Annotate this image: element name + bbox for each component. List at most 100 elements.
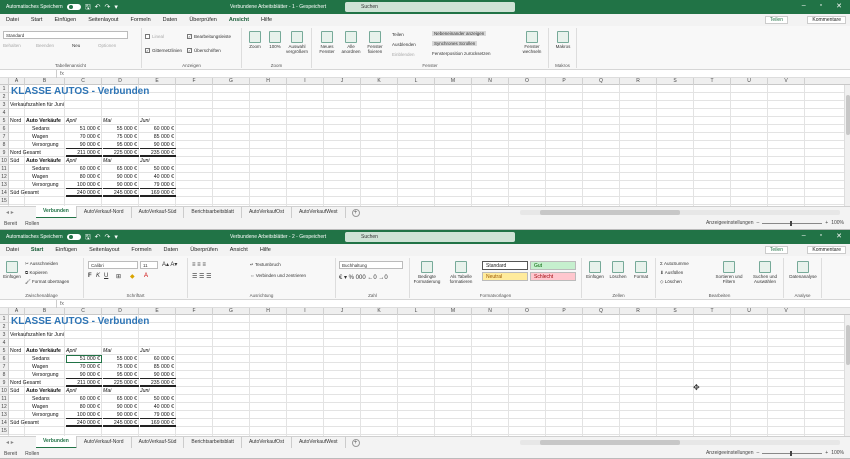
style-neutral[interactable]: Neutral [482, 272, 528, 281]
column-header[interactable]: N [472, 78, 509, 85]
total-cell[interactable]: 211 000 € [66, 149, 102, 157]
sort-filter-button[interactable]: Sortieren und Filtern [712, 261, 746, 284]
row-header[interactable]: 15 [0, 197, 9, 205]
synchronous-scrolling-button[interactable]: Synchrones Scrollen [432, 41, 478, 46]
undo-icon[interactable]: ↶ [95, 234, 101, 241]
style-gut[interactable]: Gut [530, 261, 576, 270]
row-header[interactable]: 1 [0, 315, 9, 323]
value-cell[interactable]: 40 000 € [140, 173, 176, 181]
value-cell[interactable]: 90 000 € [140, 141, 176, 149]
format-painter-button[interactable]: 🖌 Format übertragen [25, 279, 69, 285]
style-schlecht[interactable]: Schlecht [530, 272, 576, 281]
next-sheet-icon[interactable]: ▸ [11, 440, 14, 446]
sheet-tab[interactable]: AutoVerkauf-Nord [77, 207, 132, 218]
row-header[interactable]: 8 [0, 141, 9, 149]
sheet-tab[interactable]: AutoVerkaufWest [292, 207, 346, 218]
value-cell[interactable]: 60 000 € [140, 125, 176, 133]
column-header[interactable]: Q [583, 308, 620, 315]
value-cell[interactable]: 90 000 € [66, 141, 102, 149]
tab-ansicht[interactable]: Ansicht [222, 14, 256, 27]
column-header[interactable]: Q [583, 78, 620, 85]
sheet-tab[interactable]: AutoVerkauf-Nord [77, 437, 132, 448]
align-top-icon[interactable]: ≡ ≡ ≡ [192, 262, 206, 268]
month-header[interactable]: April [66, 117, 102, 125]
currency-icon[interactable]: € ▾ % 000 ←0 →0 [339, 274, 388, 281]
total-cell[interactable]: 245 000 € [103, 419, 139, 427]
font-color-icon[interactable]: A [144, 273, 148, 279]
lineal-checkbox[interactable]: Lineal [145, 34, 164, 40]
italic-icon[interactable]: K [96, 273, 100, 279]
row-header[interactable]: 11 [0, 165, 9, 173]
value-cell[interactable]: 51 000 € [66, 125, 102, 133]
column-header[interactable]: D [102, 78, 139, 85]
freeze-panes-button[interactable]: Fenster fixieren [364, 31, 386, 54]
value-cell[interactable]: 70 000 € [66, 363, 102, 371]
bearbeitungsleiste-checkbox[interactable]: ✓ Bearbeitungsleiste [187, 34, 231, 40]
fill-color-icon[interactable]: ◆ [130, 273, 135, 280]
search-box[interactable]: Suchen [345, 232, 515, 242]
total-cell[interactable]: 240 000 € [66, 189, 102, 197]
sheet-view-select[interactable]: Standard [3, 31, 128, 39]
display-settings[interactable]: Anzeigeeinstellungen [706, 220, 754, 226]
sheet-title[interactable]: KLASSE AUTOS - Verbunden [11, 86, 149, 98]
switch-windows-button[interactable]: Fenster wechseln [518, 31, 546, 54]
neu-button[interactable]: Neu [72, 43, 80, 48]
month-header[interactable]: Mai [103, 347, 139, 355]
cut-button[interactable]: ✂ Ausschneiden [25, 261, 58, 267]
month-header[interactable]: Juni [140, 157, 176, 165]
undo-icon[interactable]: ↶ [95, 4, 101, 11]
wrap-text-button[interactable]: ↵ Textumbruch [250, 262, 281, 268]
conditional-formatting-button[interactable]: Bedingte Formatierung [412, 261, 442, 284]
tab-start[interactable]: Start [24, 244, 50, 257]
tab-daten[interactable]: Daten [157, 14, 184, 26]
add-sheet-icon[interactable]: + [351, 438, 360, 447]
column-header[interactable]: E [139, 308, 176, 315]
row-header[interactable]: 3 [0, 101, 9, 109]
macros-button[interactable]: Makros [552, 31, 574, 49]
beenden-button[interactable]: Beenden [36, 43, 54, 48]
month-header[interactable]: Juni [140, 347, 176, 355]
value-cell[interactable]: 51 000 € [66, 355, 102, 363]
copy-button[interactable]: ⧉ Kopieren [25, 270, 47, 275]
column-header[interactable]: C [65, 308, 102, 315]
value-cell[interactable]: 90 000 € [103, 403, 139, 411]
underline-icon[interactable]: U [104, 273, 108, 279]
value-cell[interactable]: 100 000 € [66, 411, 102, 419]
zoom-in-icon[interactable]: + [825, 450, 828, 456]
clear-button[interactable]: ◇ Löschen [660, 279, 682, 285]
display-settings[interactable]: Anzeigeeinstellungen [706, 450, 754, 456]
autosave-toggle[interactable] [66, 4, 81, 10]
zoom-value[interactable]: 100% [831, 220, 844, 226]
zoom-value[interactable]: 100% [831, 450, 844, 456]
sheet-tab[interactable]: AutoVerkauf-Süd [132, 437, 185, 448]
value-cell[interactable]: 75 000 € [103, 133, 139, 141]
row-header[interactable]: 1 [0, 85, 9, 93]
value-cell[interactable]: 90 000 € [66, 371, 102, 379]
total-label-sued[interactable]: Süd Gesamt [10, 189, 70, 197]
row-label[interactable]: Wagen [26, 363, 65, 371]
new-window-button[interactable]: Neues Fenster [316, 31, 338, 54]
column-header[interactable]: L [398, 78, 435, 85]
value-cell[interactable]: 40 000 € [140, 403, 176, 411]
column-header[interactable]: A [9, 78, 25, 85]
row-header[interactable]: 5 [0, 117, 9, 125]
value-cell[interactable]: 60 000 € [66, 395, 102, 403]
tab-seitenlayout[interactable]: Seitenlayout [82, 14, 124, 26]
zoom-button[interactable]: Zoom [244, 31, 266, 49]
vertical-scrollbar[interactable] [844, 315, 850, 436]
total-cell[interactable]: 169 000 € [140, 419, 176, 427]
redo-icon[interactable]: ↷ [105, 4, 111, 11]
column-header[interactable]: L [398, 308, 435, 315]
split-button[interactable]: Teilen [392, 32, 404, 37]
row-header[interactable]: 7 [0, 363, 9, 371]
total-cell[interactable]: 225 000 € [103, 149, 139, 157]
share-button[interactable]: Teilen [764, 246, 788, 254]
add-sheet-icon[interactable]: + [351, 208, 360, 217]
value-cell[interactable]: 95 000 € [103, 371, 139, 379]
row-header[interactable]: 6 [0, 355, 9, 363]
select-all-corner[interactable] [0, 78, 9, 85]
ueberschriften-checkbox[interactable]: ✓ Überschriften [187, 48, 221, 54]
sheet-tab[interactable]: Berichtsarbeitsblatt [184, 207, 242, 218]
value-cell[interactable]: 85 000 € [140, 133, 176, 141]
subtitle-cell[interactable]: Verkaufszahlen für Juni [10, 101, 130, 109]
